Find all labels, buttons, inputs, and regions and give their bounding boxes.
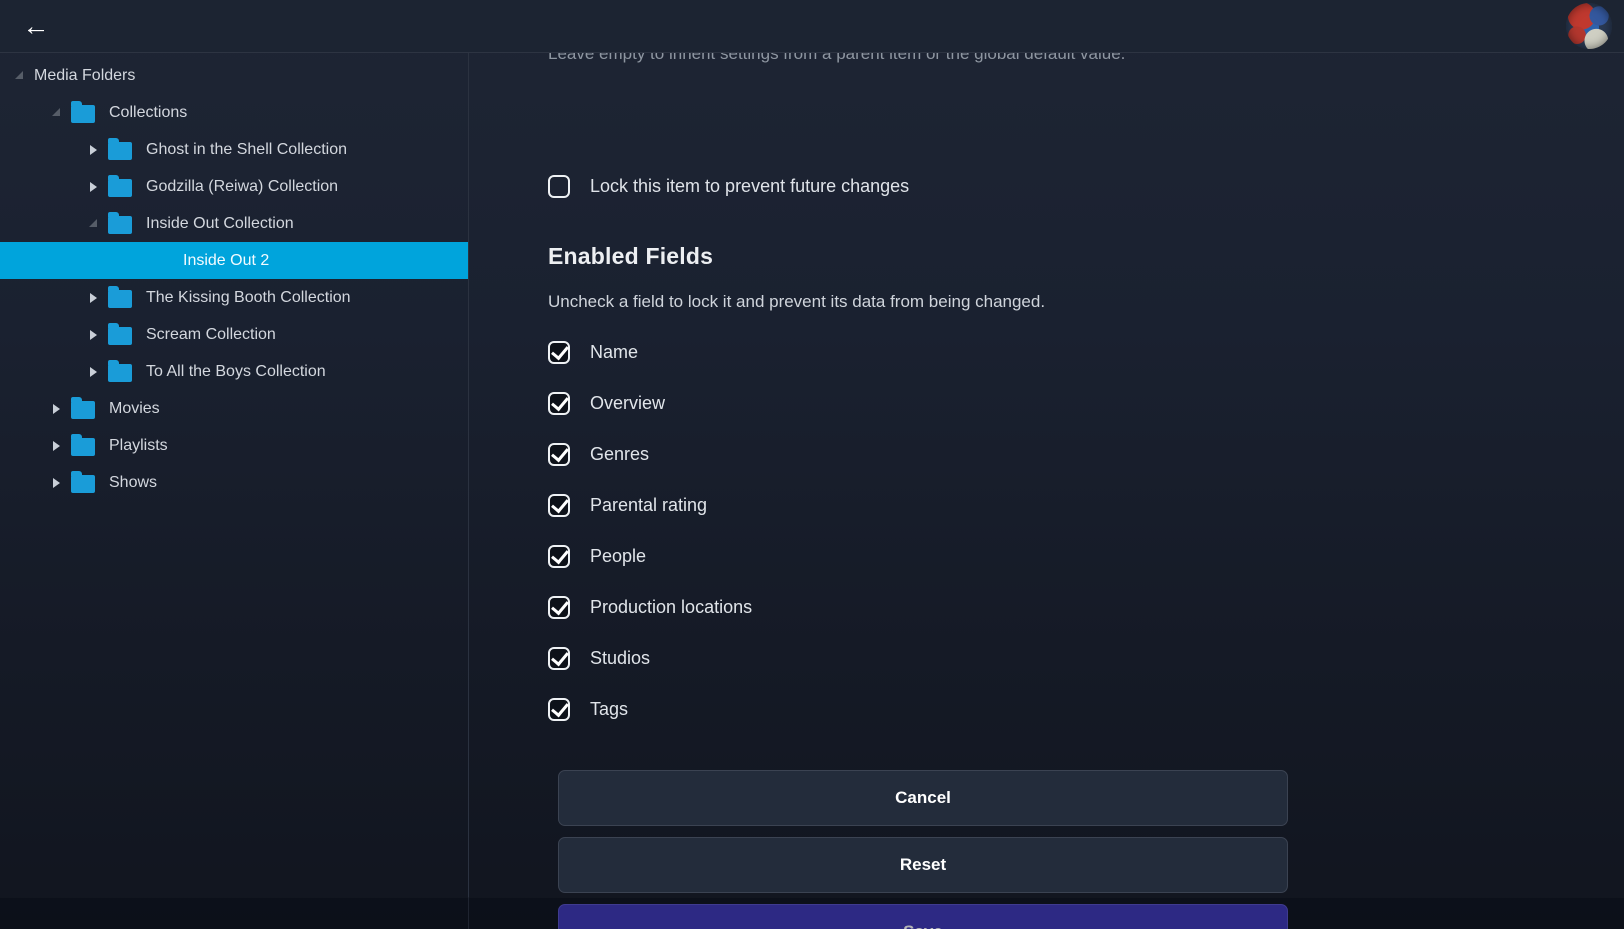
enabled-fields-description: Uncheck a field to lock it and prevent i… bbox=[548, 292, 1045, 312]
tree-item-label: Playlists bbox=[109, 437, 168, 455]
tree-item-movies[interactable]: Movies bbox=[0, 390, 468, 427]
field-checkbox[interactable] bbox=[548, 647, 570, 670]
folder-icon bbox=[71, 401, 95, 419]
toggle-spacer bbox=[119, 250, 141, 272]
form-actions: Cancel Reset Save bbox=[558, 770, 1288, 929]
back-button[interactable]: ← bbox=[14, 4, 58, 48]
field-label: Name bbox=[590, 342, 638, 363]
enabled-fields-list: Name Overview Genres Parental rating Peo… bbox=[548, 341, 752, 720]
field-row-genres[interactable]: Genres bbox=[548, 443, 752, 465]
field-row-parental-rating[interactable]: Parental rating bbox=[548, 494, 752, 516]
media-folders-tree: Media Folders Collections Ghost in the S… bbox=[0, 57, 468, 501]
tree-item-media-folders[interactable]: Media Folders bbox=[0, 57, 468, 94]
expand-toggle-icon[interactable] bbox=[45, 472, 67, 494]
field-row-overview[interactable]: Overview bbox=[548, 392, 752, 414]
field-label: Tags bbox=[590, 699, 628, 720]
collapse-toggle-icon[interactable] bbox=[82, 213, 104, 235]
cancel-button[interactable]: Cancel bbox=[558, 770, 1288, 826]
enabled-fields-title: Enabled Fields bbox=[548, 243, 713, 270]
field-label: People bbox=[590, 546, 646, 567]
app-window: ← Media Folders Collections Ghost in the… bbox=[0, 0, 1624, 929]
tree-item-label: Collections bbox=[109, 104, 187, 122]
expand-toggle-icon[interactable] bbox=[82, 176, 104, 198]
field-row-name[interactable]: Name bbox=[548, 341, 752, 363]
tree-item-label: Media Folders bbox=[34, 67, 135, 85]
field-label: Studios bbox=[590, 648, 650, 669]
tree-item-scream-collection[interactable]: Scream Collection bbox=[0, 316, 468, 353]
field-row-studios[interactable]: Studios bbox=[548, 647, 752, 669]
folder-icon bbox=[71, 438, 95, 456]
tree-item-label: Shows bbox=[109, 474, 157, 492]
field-row-production-locations[interactable]: Production locations bbox=[548, 596, 752, 618]
folder-icon bbox=[108, 216, 132, 234]
expand-toggle-icon[interactable] bbox=[45, 398, 67, 420]
field-checkbox[interactable] bbox=[548, 443, 570, 466]
field-checkbox[interactable] bbox=[548, 392, 570, 415]
tree-item-label: Ghost in the Shell Collection bbox=[146, 141, 347, 159]
reset-button[interactable]: Reset bbox=[558, 837, 1288, 893]
expand-toggle-icon[interactable] bbox=[82, 324, 104, 346]
expand-toggle-icon[interactable] bbox=[82, 139, 104, 161]
save-button[interactable]: Save bbox=[558, 904, 1288, 929]
collapse-toggle-icon[interactable] bbox=[8, 65, 30, 87]
tree-item-label: Godzilla (Reiwa) Collection bbox=[146, 178, 338, 196]
lock-item-row[interactable]: Lock this item to prevent future changes bbox=[548, 175, 909, 198]
tree-item-label: Inside Out 2 bbox=[183, 252, 269, 270]
folder-icon bbox=[108, 327, 132, 345]
field-label: Parental rating bbox=[590, 495, 707, 516]
expand-toggle-icon[interactable] bbox=[82, 361, 104, 383]
field-checkbox[interactable] bbox=[548, 596, 570, 619]
folder-icon bbox=[108, 364, 132, 382]
tree-item-ghost-in-the-shell-collection[interactable]: Ghost in the Shell Collection bbox=[0, 131, 468, 168]
folder-icon bbox=[71, 475, 95, 493]
tree-item-inside-out-collection[interactable]: Inside Out Collection bbox=[0, 205, 468, 242]
tree-item-to-all-the-boys-collection[interactable]: To All the Boys Collection bbox=[0, 353, 468, 390]
tree-item-label: Scream Collection bbox=[146, 326, 276, 344]
lock-item-label: Lock this item to prevent future changes bbox=[590, 176, 909, 197]
field-checkbox[interactable] bbox=[548, 341, 570, 364]
tree-item-playlists[interactable]: Playlists bbox=[0, 427, 468, 464]
folder-icon bbox=[108, 290, 132, 308]
back-arrow-icon: ← bbox=[23, 13, 50, 40]
folder-icon bbox=[108, 142, 132, 160]
lock-item-checkbox[interactable] bbox=[548, 175, 570, 198]
top-bar: ← bbox=[0, 0, 1624, 53]
folder-icon bbox=[71, 105, 95, 123]
collapse-toggle-icon[interactable] bbox=[45, 102, 67, 124]
field-checkbox[interactable] bbox=[548, 698, 570, 721]
tree-item-label: The Kissing Booth Collection bbox=[146, 289, 351, 307]
expand-toggle-icon[interactable] bbox=[82, 287, 104, 309]
user-avatar[interactable] bbox=[1566, 3, 1612, 49]
media-tree-sidebar: Media Folders Collections Ghost in the S… bbox=[0, 53, 469, 929]
expand-toggle-icon[interactable] bbox=[45, 435, 67, 457]
field-checkbox[interactable] bbox=[548, 545, 570, 568]
tree-item-the-kissing-booth-collection[interactable]: The Kissing Booth Collection bbox=[0, 279, 468, 316]
field-label: Overview bbox=[590, 393, 665, 414]
tree-item-label: Movies bbox=[109, 400, 160, 418]
field-row-people[interactable]: People bbox=[548, 545, 752, 567]
field-label: Production locations bbox=[590, 597, 752, 618]
field-checkbox[interactable] bbox=[548, 494, 570, 517]
tree-item-label: Inside Out Collection bbox=[146, 215, 294, 233]
tree-item-collections[interactable]: Collections bbox=[0, 94, 468, 131]
tree-item-shows[interactable]: Shows bbox=[0, 464, 468, 501]
tree-item-godzilla-reiwa-collection[interactable]: Godzilla (Reiwa) Collection bbox=[0, 168, 468, 205]
field-label: Genres bbox=[590, 444, 649, 465]
field-row-tags[interactable]: Tags bbox=[548, 698, 752, 720]
folder-icon bbox=[108, 179, 132, 197]
metadata-editor-panel: Leave empty to inherit settings from a p… bbox=[470, 53, 1624, 929]
tree-item-label: To All the Boys Collection bbox=[146, 363, 326, 381]
tree-item-inside-out-2[interactable]: Inside Out 2 bbox=[0, 242, 468, 279]
